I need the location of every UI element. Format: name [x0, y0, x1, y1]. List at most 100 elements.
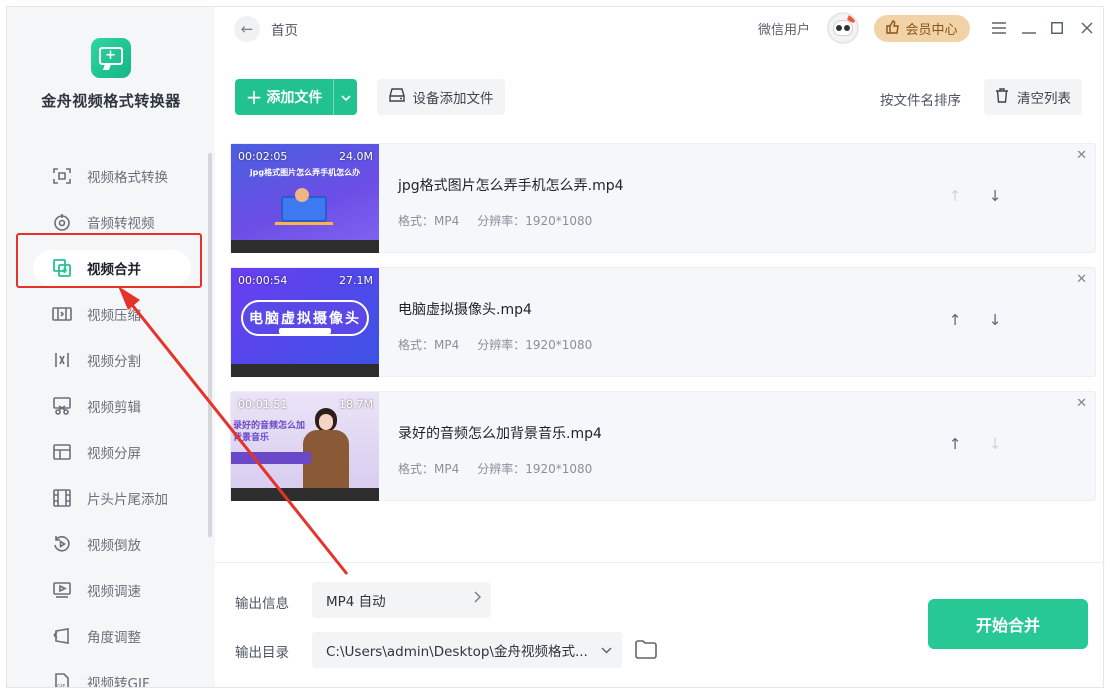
sidebar-item-label: 视频压缩: [87, 304, 141, 324]
arrow-left-icon: ←: [241, 20, 254, 38]
remove-file-button[interactable]: ✕: [1076, 148, 1087, 163]
move-down-button[interactable]: ↓: [985, 186, 1005, 206]
minimize-icon: [1022, 20, 1036, 38]
device-add-file-button[interactable]: 设备添加文件: [377, 79, 505, 115]
highlight-box: [16, 233, 202, 288]
avatar[interactable]: [827, 12, 859, 44]
video-edit-icon: [51, 395, 73, 417]
chevron-down-icon: [341, 91, 351, 104]
video-thumbnail: 电脑虚拟摄像头 00:00:54 27.1M: [231, 268, 379, 377]
sidebar-item-video-split[interactable]: 视频分割: [7, 337, 215, 383]
file-meta: 格式：MP4分辨率：1920*1080: [398, 460, 592, 477]
chevron-right-icon: [474, 591, 481, 607]
sidebar-item-label: 视频剪辑: [87, 396, 141, 416]
sidebar-item-label: 视频调速: [87, 580, 141, 600]
arrow-down-icon: ↓: [989, 435, 1002, 453]
minimize-button[interactable]: [1016, 16, 1042, 42]
app-window: + 金舟视频格式转换器 视频格式转换 音频转视频 视频合并: [6, 6, 1104, 688]
remove-file-button[interactable]: ✕: [1076, 396, 1087, 411]
file-name: 录好的音频怎么加背景音乐.mp4: [398, 423, 602, 443]
sidebar-item-intro-outro[interactable]: 片头片尾添加: [7, 475, 215, 521]
add-file-dropdown-button[interactable]: [334, 79, 357, 115]
plus-icon: +: [246, 88, 263, 106]
output-format-value: MP4 自动: [326, 590, 386, 610]
video-thumbnail: 录好的音频怎么加背景音乐 00:01:51 18.7M: [231, 392, 379, 501]
file-row[interactable]: jpg格式图片怎么弄手机怎么办 00:02:05 24.0M jpg格式图片怎么…: [230, 143, 1096, 253]
sidebar-item-label: 视频分割: [87, 350, 141, 370]
sidebar-item-video-compress[interactable]: 视频压缩: [7, 291, 215, 337]
close-icon: [1081, 20, 1093, 38]
menu-button[interactable]: [986, 16, 1012, 42]
device-add-file-label: 设备添加文件: [413, 87, 494, 107]
arrow-up-icon: ↑: [949, 187, 962, 205]
user-name[interactable]: 微信用户: [758, 19, 810, 38]
move-up-button[interactable]: ↑: [945, 186, 965, 206]
file-row[interactable]: 录好的音频怎么加背景音乐 00:01:51 18.7M 录好的音频怎么加背景音乐…: [230, 391, 1096, 501]
maximize-button[interactable]: [1044, 16, 1070, 42]
video-size: 24.0M: [339, 150, 373, 163]
sidebar: + 金舟视频格式转换器 视频格式转换 音频转视频 视频合并: [7, 7, 215, 687]
divider: [215, 562, 1105, 563]
video-duration: 00:00:54: [238, 274, 287, 287]
video-compress-icon: [51, 303, 73, 325]
sidebar-item-label: 片头片尾添加: [87, 488, 168, 508]
sidebar-item-video-to-gif[interactable]: GIF 视频转GIF: [7, 659, 215, 687]
sidebar-scrollbar[interactable]: [208, 153, 212, 537]
video-speed-icon: [51, 579, 73, 601]
output-format-select[interactable]: MP4 自动: [312, 582, 491, 618]
vip-center-label: 会员中心: [905, 19, 957, 38]
file-format: 格式：MP4: [398, 214, 459, 228]
add-file-button-group: + 添加文件: [235, 79, 357, 115]
sidebar-item-label: 视频倒放: [87, 534, 141, 554]
panda-avatar-icon: [833, 20, 853, 36]
angle-adjust-icon: [51, 625, 73, 647]
add-file-label: 添加文件: [266, 87, 322, 107]
sidebar-item-angle-adjust[interactable]: 角度调整: [7, 613, 215, 659]
output-dir-select[interactable]: C:\Users\admin\Desktop\金舟视频格式...: [312, 632, 622, 668]
thumbnail-caption: 录好的音频怎么加背景音乐: [233, 420, 313, 444]
file-resolution: 分辨率：1920*1080: [477, 462, 592, 476]
close-window-button[interactable]: [1074, 16, 1100, 42]
sidebar-item-format-convert[interactable]: 视频格式转换: [7, 153, 215, 199]
audio-to-video-icon: [51, 211, 73, 233]
output-info-label: 输出信息: [235, 592, 289, 612]
video-thumbnail: jpg格式图片怎么弄手机怎么办 00:02:05 24.0M: [231, 144, 379, 253]
file-meta: 格式：MP4分辨率：1920*1080: [398, 336, 592, 353]
move-up-button[interactable]: ↑: [945, 434, 965, 454]
back-button[interactable]: ←: [234, 16, 260, 42]
video-to-gif-icon: GIF: [51, 671, 73, 687]
vip-center-button[interactable]: 会员中心: [874, 15, 970, 42]
clear-list-button[interactable]: 清空列表: [984, 79, 1082, 115]
folder-icon[interactable]: [635, 640, 657, 663]
remove-file-button[interactable]: ✕: [1076, 272, 1087, 287]
move-down-button[interactable]: ↓: [985, 434, 1005, 454]
topbar: ← 首页 微信用户 会员中心: [215, 7, 1105, 53]
sidebar-item-label: 视频分屏: [87, 442, 141, 462]
sidebar-item-video-reverse[interactable]: 视频倒放: [7, 521, 215, 567]
file-row[interactable]: 电脑虚拟摄像头 00:00:54 27.1M 电脑虚拟摄像头.mp4 格式：MP…: [230, 267, 1096, 377]
move-down-button[interactable]: ↓: [985, 310, 1005, 330]
sidebar-item-video-splitscreen[interactable]: 视频分屏: [7, 429, 215, 475]
arrow-up-icon: ↑: [949, 435, 962, 453]
sort-by-name-button[interactable]: 按文件名排序: [880, 89, 961, 109]
video-duration: 00:01:51: [238, 398, 287, 411]
sidebar-item-label: 音频转视频: [87, 212, 155, 232]
close-icon: ✕: [1076, 148, 1087, 163]
breadcrumb[interactable]: 首页: [271, 19, 298, 39]
add-file-button[interactable]: + 添加文件: [235, 79, 333, 115]
move-up-button[interactable]: ↑: [945, 310, 965, 330]
file-meta: 格式：MP4分辨率：1920*1080: [398, 212, 592, 229]
thumbnail-caption: jpg格式图片怎么弄手机怎么办: [231, 167, 379, 178]
sidebar-item-label: 视频转GIF: [87, 672, 150, 687]
video-split-icon: [51, 349, 73, 371]
maximize-icon: [1051, 20, 1063, 38]
start-merge-button[interactable]: 开始合并: [928, 599, 1088, 649]
video-splitscreen-icon: [51, 441, 73, 463]
sidebar-item-label: 视频格式转换: [87, 166, 168, 186]
close-icon: ✕: [1076, 396, 1087, 411]
sidebar-item-video-speed[interactable]: 视频调速: [7, 567, 215, 613]
arrow-down-icon: ↓: [989, 187, 1002, 205]
video-size: 27.1M: [339, 274, 373, 287]
sidebar-item-video-edit[interactable]: 视频剪辑: [7, 383, 215, 429]
hard-drive-icon: [389, 88, 405, 106]
